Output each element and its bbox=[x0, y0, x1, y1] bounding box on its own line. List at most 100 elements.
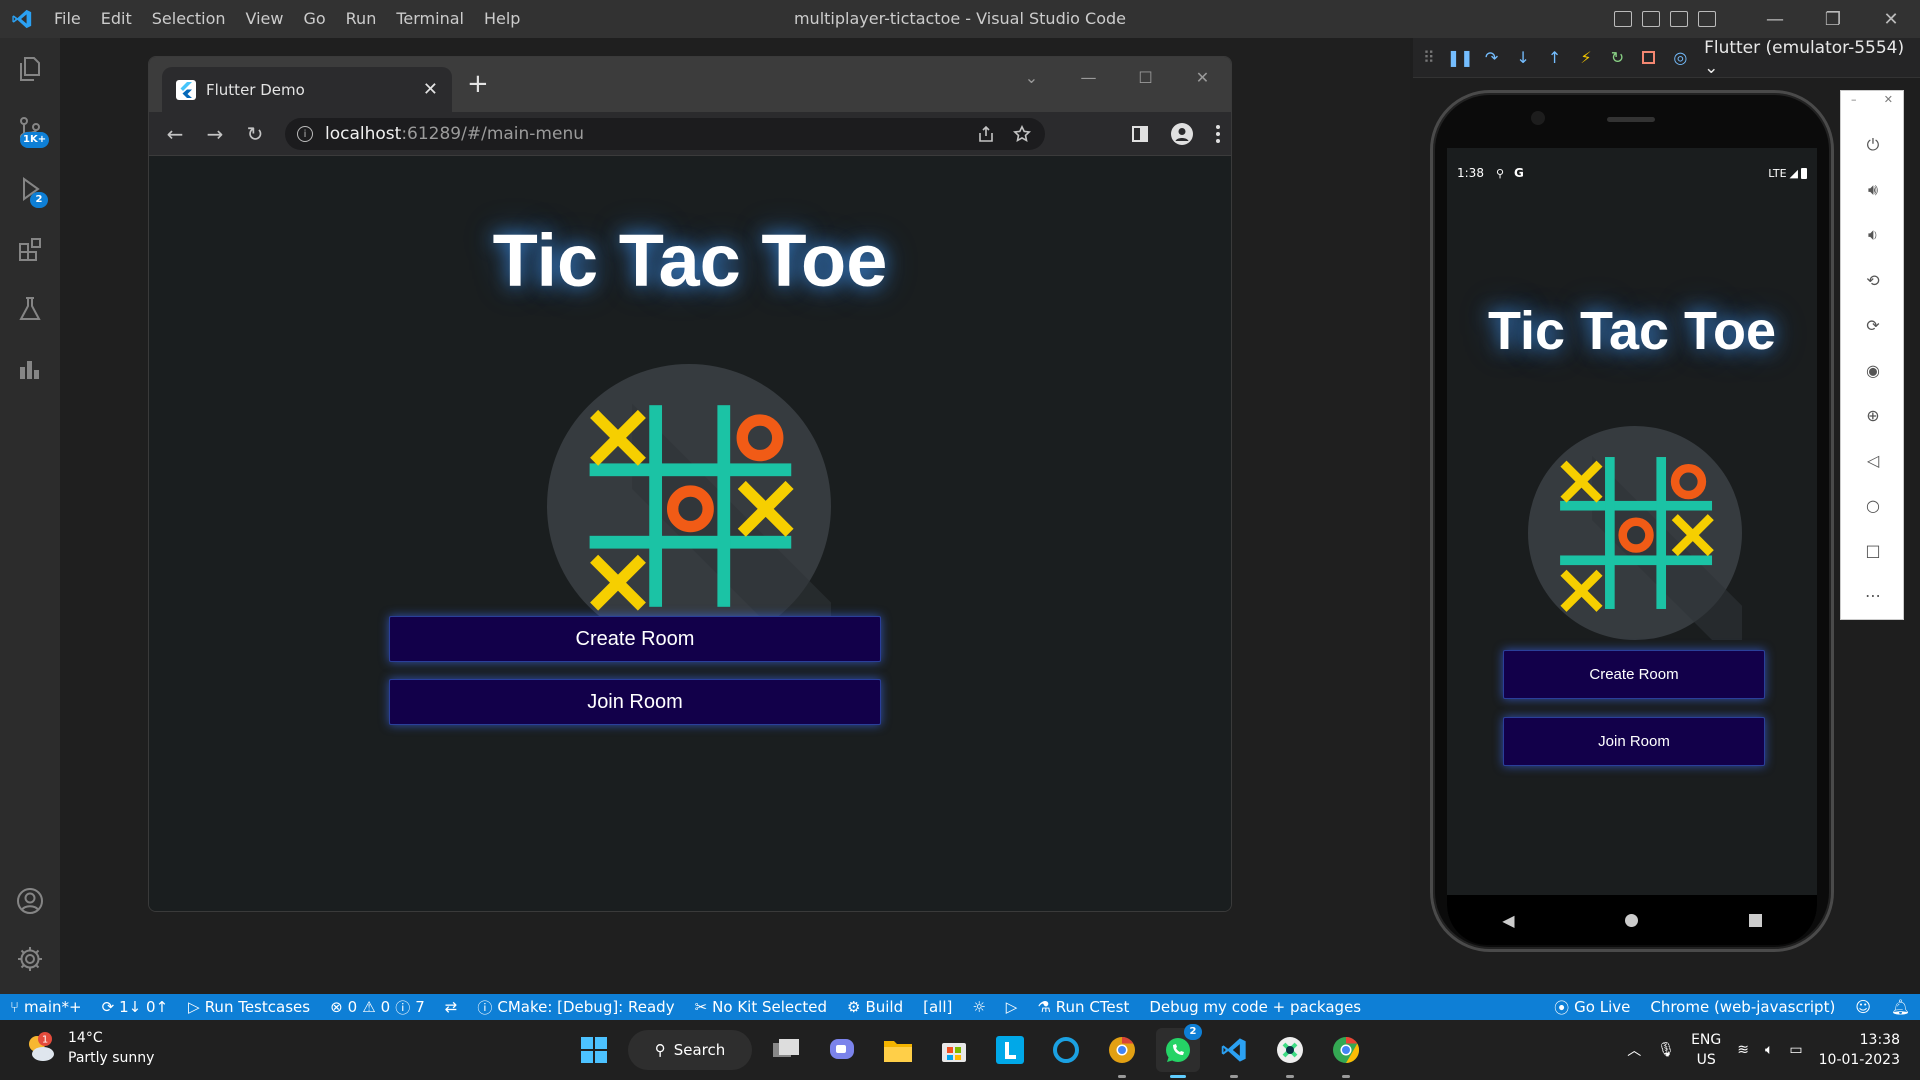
toggle-primary-sidebar-icon[interactable] bbox=[1614, 11, 1632, 27]
nav-back-icon[interactable]: ◀ bbox=[1502, 911, 1514, 930]
tab-search-icon[interactable]: ⌄ bbox=[1003, 57, 1060, 97]
manage-gear-icon[interactable] bbox=[0, 932, 60, 986]
menu-file[interactable]: File bbox=[44, 0, 91, 38]
close-tab-icon[interactable]: ✕ bbox=[423, 79, 438, 100]
taskbar-search[interactable]: ⚲ Search bbox=[628, 1030, 752, 1070]
task-view-icon[interactable] bbox=[764, 1028, 808, 1072]
more-menu-icon[interactable] bbox=[1215, 124, 1221, 144]
git-branch[interactable]: ⑂ main*+ bbox=[0, 998, 92, 1016]
vscode-taskbar-icon[interactable] bbox=[1212, 1028, 1256, 1078]
run-ctest[interactable]: ⚗ Run CTest bbox=[1027, 998, 1139, 1016]
phone-create-room-button[interactable]: Create Room bbox=[1503, 650, 1765, 699]
inspect-widget-icon[interactable]: ◎ bbox=[1665, 48, 1696, 67]
browser-maximize-button[interactable]: ☐ bbox=[1117, 57, 1174, 97]
chevron-up-icon[interactable]: ︿ bbox=[1627, 1040, 1641, 1060]
weather-widget[interactable]: 1 14°C Partly sunny bbox=[24, 1028, 154, 1068]
build-target[interactable]: [all] bbox=[913, 998, 962, 1016]
debug-bug-icon[interactable]: ☼ bbox=[962, 998, 995, 1016]
browser-close-button[interactable]: ✕ bbox=[1174, 57, 1231, 97]
panel-close-icon[interactable]: ✕ bbox=[1884, 93, 1893, 106]
bookmark-star-icon[interactable] bbox=[1013, 125, 1031, 143]
explorer-icon[interactable] bbox=[0, 42, 60, 96]
step-over-icon[interactable]: ↷ bbox=[1476, 48, 1507, 67]
run-testcases[interactable]: ▷ Run Testcases bbox=[178, 998, 320, 1016]
rotate-left-icon[interactable]: ⟲ bbox=[1841, 260, 1905, 300]
battery-charging-icon[interactable]: ▭ bbox=[1789, 1042, 1802, 1058]
pause-icon[interactable]: ❚❚ bbox=[1444, 48, 1475, 67]
forward-arrow-icon[interactable]: → bbox=[195, 122, 235, 146]
stop-icon[interactable] bbox=[1633, 51, 1664, 64]
flutter-devtools-icon[interactable] bbox=[0, 342, 60, 396]
profile-avatar-icon[interactable] bbox=[1171, 123, 1193, 145]
cmake-kit[interactable]: ✂ No Kit Selected bbox=[685, 998, 837, 1016]
menu-go[interactable]: Go bbox=[293, 0, 335, 38]
screenshot-camera-icon[interactable]: ◉ bbox=[1841, 350, 1905, 390]
remote-icon[interactable]: ⇄ bbox=[435, 998, 468, 1016]
debug-target[interactable]: Chrome (web-javascript) bbox=[1640, 998, 1845, 1016]
step-out-icon[interactable]: ↑ bbox=[1539, 48, 1570, 67]
cmake-status[interactable]: ⓘ CMake: [Debug]: Ready bbox=[467, 997, 684, 1018]
menu-help[interactable]: Help bbox=[474, 0, 530, 38]
more-options-icon[interactable]: ⋯ bbox=[1841, 575, 1905, 615]
nav-home-icon[interactable] bbox=[1625, 913, 1639, 927]
reload-icon[interactable]: ↻ bbox=[235, 122, 275, 146]
start-windows-icon[interactable] bbox=[572, 1028, 616, 1072]
accounts-icon[interactable] bbox=[0, 874, 60, 928]
extensions-icon[interactable] bbox=[0, 222, 60, 276]
minimize-button[interactable]: — bbox=[1746, 0, 1804, 38]
power-icon[interactable]: ⏻ bbox=[1841, 125, 1905, 165]
notifications-bell-icon[interactable]: 🔔︎ bbox=[1881, 998, 1920, 1016]
panel-minimize-icon[interactable]: – bbox=[1851, 93, 1857, 106]
device-selector[interactable]: Flutter (emulator-5554) ⌄ bbox=[1704, 38, 1920, 78]
testing-icon[interactable] bbox=[0, 282, 60, 336]
cmake-build[interactable]: ⚙ Build bbox=[837, 998, 913, 1016]
home-circle-icon[interactable]: ○ bbox=[1841, 485, 1905, 525]
file-explorer-icon[interactable] bbox=[876, 1028, 920, 1072]
teams-chat-icon[interactable] bbox=[820, 1028, 864, 1072]
menu-selection[interactable]: Selection bbox=[142, 0, 236, 38]
whatsapp-icon[interactable]: 2 bbox=[1156, 1024, 1202, 1078]
hot-reload-icon[interactable]: ⚡ bbox=[1570, 48, 1601, 67]
step-into-icon[interactable]: ↓ bbox=[1507, 48, 1538, 67]
menu-view[interactable]: View bbox=[236, 0, 294, 38]
browser-minimize-button[interactable]: — bbox=[1060, 57, 1117, 97]
side-panel-icon[interactable] bbox=[1131, 125, 1149, 143]
microsoft-store-icon[interactable] bbox=[932, 1028, 976, 1072]
menu-edit[interactable]: Edit bbox=[91, 0, 142, 38]
source-control-icon[interactable]: 1K+ bbox=[0, 102, 60, 156]
speaker-icon[interactable]: 🔈︎ bbox=[1765, 1042, 1773, 1058]
wifi-icon[interactable]: ≋ bbox=[1737, 1042, 1749, 1058]
l-app-icon[interactable] bbox=[988, 1028, 1032, 1072]
browser-tab[interactable]: Flutter Demo ✕ bbox=[162, 67, 452, 112]
run-debug-icon[interactable]: 2 bbox=[0, 162, 60, 216]
nav-recents-icon[interactable] bbox=[1748, 913, 1762, 927]
customize-layout-icon[interactable] bbox=[1698, 11, 1716, 27]
new-tab-button[interactable]: + bbox=[467, 71, 489, 97]
rotate-right-icon[interactable]: ⟳ bbox=[1841, 305, 1905, 345]
git-sync[interactable]: ⟳ 1↓ 0↑ bbox=[92, 998, 179, 1016]
input-language[interactable]: ENG US bbox=[1691, 1030, 1721, 1070]
create-room-button[interactable]: Create Room bbox=[389, 616, 881, 662]
toggle-secondary-sidebar-icon[interactable] bbox=[1670, 11, 1688, 27]
share-icon[interactable] bbox=[977, 125, 995, 143]
menu-terminal[interactable]: Terminal bbox=[386, 0, 474, 38]
android-studio-icon[interactable] bbox=[1268, 1028, 1312, 1078]
toggle-panel-icon[interactable] bbox=[1642, 11, 1660, 27]
problems-summary[interactable]: ⊗ 0 ⚠ 0 ⓘ 7 bbox=[320, 997, 435, 1018]
zoom-icon[interactable]: ⊕ bbox=[1841, 395, 1905, 435]
back-triangle-icon[interactable]: ◁ bbox=[1841, 440, 1905, 480]
go-live[interactable]: ⦿ Go Live bbox=[1544, 997, 1640, 1018]
launch-play-icon[interactable]: ▷ bbox=[996, 998, 1028, 1016]
site-info-icon[interactable]: i bbox=[297, 126, 313, 142]
join-room-button[interactable]: Join Room bbox=[389, 679, 881, 725]
close-button[interactable]: ✕ bbox=[1862, 0, 1920, 38]
restore-button[interactable]: ❐ bbox=[1804, 0, 1862, 38]
clock[interactable]: 13:38 10-01-2023 bbox=[1819, 1030, 1900, 1070]
overview-square-icon[interactable]: □ bbox=[1841, 530, 1905, 570]
address-bar[interactable]: i localhost:61289/#/main-menu bbox=[285, 118, 1045, 150]
microphone-icon[interactable]: 🎙︎ bbox=[1657, 1042, 1675, 1058]
debug-mode[interactable]: Debug my code + packages bbox=[1139, 998, 1371, 1016]
volume-up-icon[interactable]: 🔊︎ bbox=[1841, 170, 1905, 210]
feedback-icon[interactable]: ☺ bbox=[1845, 998, 1881, 1016]
back-arrow-icon[interactable]: ← bbox=[155, 122, 195, 146]
